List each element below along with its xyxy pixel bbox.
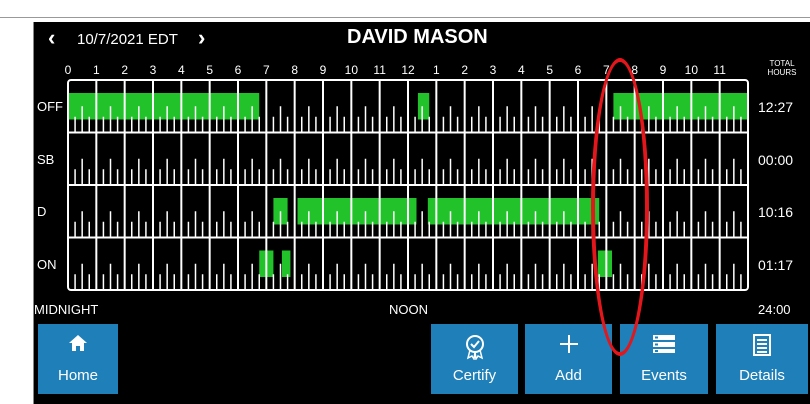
add-button[interactable]: Add: [525, 324, 612, 394]
hour-label: 12: [401, 63, 415, 77]
hour-label: 2: [121, 63, 128, 77]
hour-label: 9: [320, 63, 327, 77]
hour-label: 3: [150, 63, 157, 77]
hour-label: 10: [345, 63, 359, 77]
certify-badge-icon: [431, 334, 518, 360]
top-border: [0, 0, 810, 18]
total-header-line-2: HOURS: [767, 68, 797, 77]
hour-label: 9: [660, 63, 667, 77]
hour-label: 7: [263, 63, 270, 77]
hour-label: 8: [291, 63, 298, 77]
hour-label: 6: [235, 63, 242, 77]
details-button[interactable]: Details: [716, 324, 808, 394]
home-button[interactable]: Home: [38, 324, 118, 394]
hour-label: 0: [65, 63, 72, 77]
hour-label: 5: [546, 63, 553, 77]
duty-status-segment: [281, 250, 291, 277]
red-annotation-ellipse: [591, 58, 649, 356]
duty-status-segment: [417, 93, 430, 120]
total-d: 10:16: [758, 204, 794, 220]
total-off: 12:27: [758, 99, 794, 115]
hour-label: 11: [713, 63, 726, 77]
total-hours-header: TOTAL HOURS: [762, 59, 802, 77]
hour-label: 1: [93, 63, 100, 77]
home-label: Home: [57, 367, 98, 384]
hour-label: 4: [518, 63, 525, 77]
noon-label: NOON: [389, 302, 428, 317]
details-label: Details: [739, 367, 785, 384]
total-on: 01:17: [758, 257, 794, 273]
events-label: Events: [641, 367, 687, 384]
midnight-label: MIDNIGHT: [34, 302, 99, 317]
total-sb: 00:00: [758, 152, 794, 168]
hour-label: 11: [373, 63, 386, 77]
certify-label: Certify: [452, 367, 497, 384]
row-label-d: D: [37, 204, 47, 219]
total-header-line-1: TOTAL: [769, 59, 795, 68]
eld-log-screen: ‹ 10/7/2021 EDT › DAVID MASON 0123456789…: [33, 22, 810, 404]
total-24-label: 24:00: [758, 302, 791, 317]
plus-icon: [525, 334, 612, 354]
hour-label: 4: [178, 63, 185, 77]
row-label-off: OFF: [37, 99, 63, 114]
row-label-sb: SB: [37, 152, 55, 167]
hour-label: 2: [461, 63, 468, 77]
duty-status-segment: [427, 198, 600, 225]
duty-status-segment: [297, 198, 417, 225]
certify-button[interactable]: Certify: [431, 324, 518, 394]
row-label-on: ON: [37, 257, 57, 272]
hour-label: 6: [575, 63, 582, 77]
hour-label: 5: [206, 63, 213, 77]
add-label: Add: [555, 367, 582, 384]
hour-label: 1: [433, 63, 440, 77]
details-document-icon: [716, 334, 808, 356]
home-icon: [38, 334, 118, 352]
hour-label: 10: [685, 63, 699, 77]
hour-label: 3: [490, 63, 497, 77]
duty-status-grid: 0 1 2 3 4 5 6 7 8 9 10 11 12 1 2 3 4 5 6 7 8 9 10 11: [65, 63, 749, 291]
